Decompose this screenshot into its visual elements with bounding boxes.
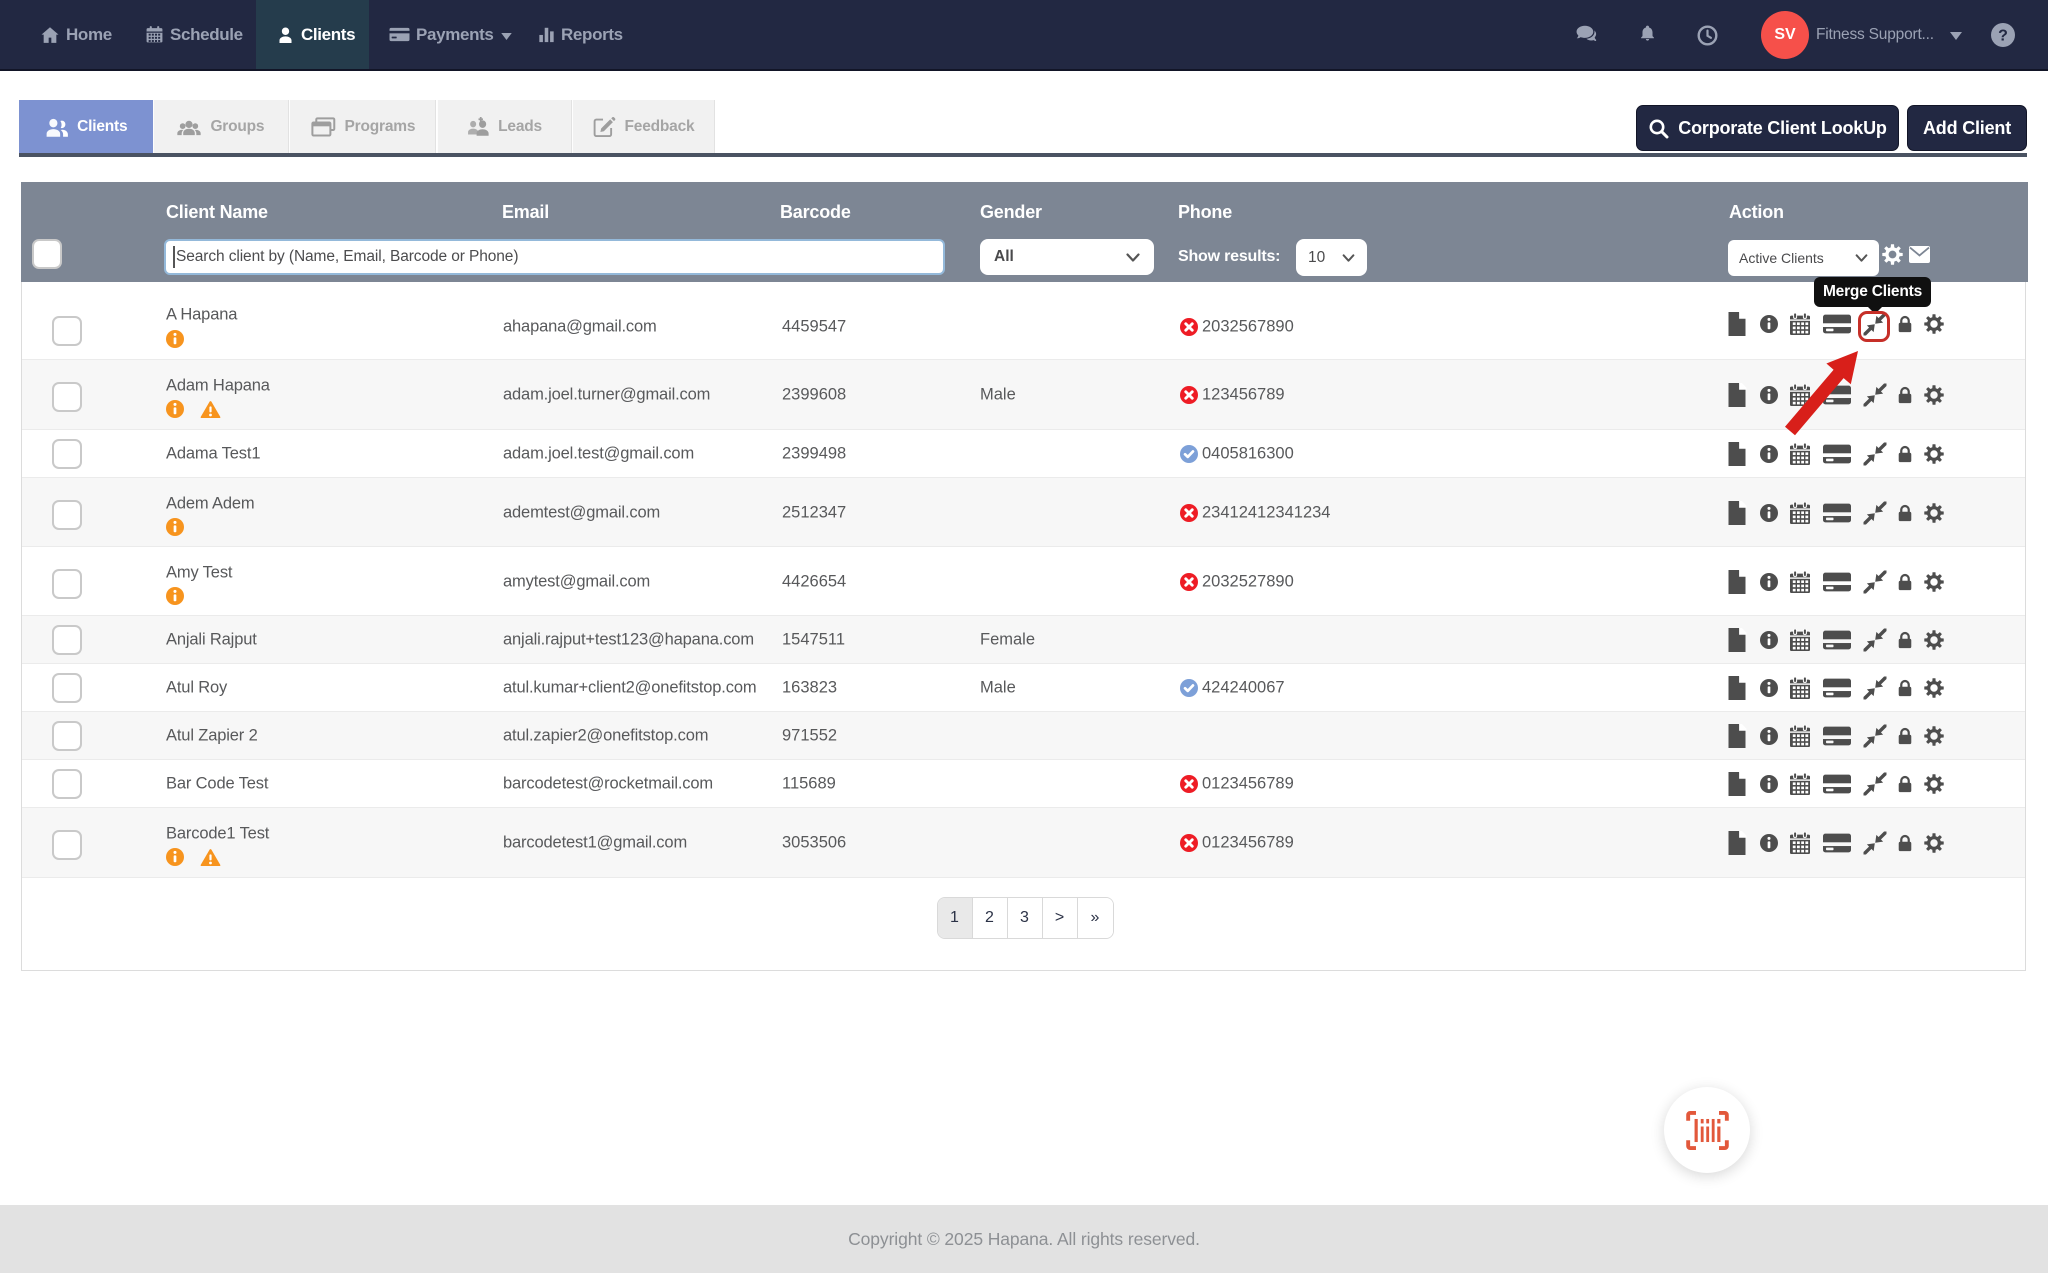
svg-text:?: ?: [1998, 28, 2008, 45]
